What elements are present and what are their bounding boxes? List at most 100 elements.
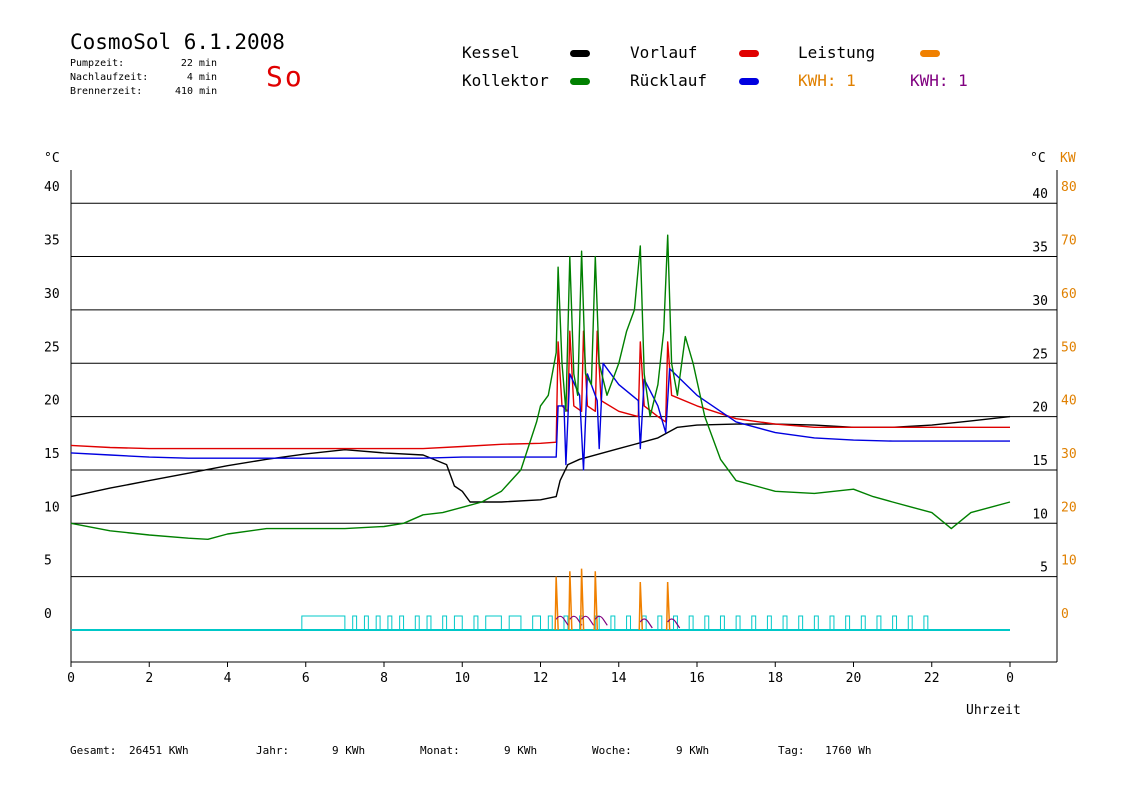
pump-pulse [751,615,757,631]
pump-pulse [532,615,541,631]
pump-pulse [829,615,835,631]
x-tick-label: 14 [611,671,627,686]
footer-value: 9 KWh [676,744,710,757]
x-tick-label: 4 [224,671,232,686]
y-tick-label-right: 10 [1032,507,1048,522]
pump-pulse [426,615,432,631]
pump-pulse [508,615,522,631]
pump-pulse [387,615,393,631]
pump-pulse [798,615,804,631]
pump-pulse [719,615,725,631]
x-tick-label: 10 [454,671,470,686]
y-tick-label-left: 10 [44,500,60,515]
leistung-spike [638,581,644,631]
footer-tag: Tag: 1760 Wh [778,744,871,757]
footer-monat: Monat: 9 KWh [420,744,537,757]
y-tick-label-right: 25 [1032,347,1048,362]
footer-jahr: Jahr: 9 KWh [256,744,365,757]
leistung-spike [593,571,599,631]
pump-pulse [907,615,913,631]
footer-value: 9 KWh [504,744,538,757]
y-axis-right-unit: °C [1030,151,1046,166]
y-tick-label-left: 15 [44,447,60,462]
x-tick-label: 20 [846,671,862,686]
y-tick-label-left: 0 [44,607,52,622]
power-spikes [554,568,681,631]
footer-value: 1760 Wh [825,744,872,757]
pump-pulse [704,615,710,631]
y-tick-label-left: 30 [44,287,60,302]
footer-label: Tag: [778,744,805,757]
x-tick-label: 8 [380,671,388,686]
x-tick-label: 22 [924,671,940,686]
footer-label: Jahr: [256,744,290,757]
x-tick-label: 0 [1006,671,1014,686]
y-axis-right2-unit: KW [1060,151,1076,166]
pump-pulse [657,615,663,631]
footer-gesamt: Gesamt: 26451 KWh [70,744,189,757]
y-tick-label-kw: 10 [1061,554,1077,569]
pump-pulse [845,615,851,631]
y-tick-label-kw: 20 [1061,500,1077,515]
y-tick-label-kw: 30 [1061,447,1077,462]
footer-label: Woche: [592,744,632,757]
y-tick-label-right: 35 [1032,241,1048,256]
pump-activity [71,615,1010,631]
pump-pulse [547,615,553,631]
y-tick-label-right: 20 [1032,401,1048,416]
x-tick-label: 0 [67,671,75,686]
footer-value: 9 KWh [332,744,366,757]
x-tick-label: 12 [533,671,549,686]
y-axis-left-unit: °C [44,151,60,166]
y-tick-label-kw: 50 [1061,340,1077,355]
pump-pulse [375,615,381,631]
footer-woche: Woche: 9 KWh [592,744,709,757]
y-tick-label-right: 5 [1040,561,1048,576]
y-tick-label-left: 35 [44,234,60,249]
y-tick-label-kw: 70 [1061,234,1077,249]
pump-pulse [782,615,788,631]
pump-pulse [610,615,616,631]
y-tick-label-kw: 80 [1061,180,1077,195]
chart-series [70,234,1011,540]
y-tick-label-right: 15 [1032,454,1048,469]
x-axis-label: Uhrzeit [966,703,1021,718]
y-tick-label-left: 40 [44,180,60,195]
pump-pulse [442,615,448,631]
pump-pulse [626,615,631,631]
pump-pulse [813,615,819,631]
series-kessel [70,415,1011,503]
footer-label: Gesamt: [70,744,117,757]
pump-pulse [735,615,741,631]
y-tick-label-left: 20 [44,394,60,409]
footer-label: Monat: [420,744,460,757]
pump-pulse [923,615,929,631]
pump-pulse [766,615,772,631]
footer-value: 26451 KWh [128,744,189,757]
temperature-chart: 0510152025303540510152025303540010203040… [44,151,1077,718]
pump-pulse [453,615,463,631]
leistung-spike [568,571,573,631]
pump-pulse [399,615,405,631]
pump-pulse [301,615,346,631]
pump-pulse [352,615,358,631]
y-tick-label-kw: 60 [1061,287,1077,302]
y-tick-label-right: 30 [1032,294,1048,309]
x-tick-label: 6 [302,671,310,686]
pump-pulse [363,615,369,631]
x-tick-label: 2 [145,671,153,686]
pump-pulse [485,615,502,631]
pump-pulse [414,615,420,631]
x-tick-label: 18 [767,671,783,686]
series-vorlauf [70,330,1010,450]
y-tick-label-left: 25 [44,340,60,355]
y-tick-label-left: 5 [44,554,52,569]
x-tick-label: 16 [689,671,705,686]
leistung-spike [579,568,585,631]
pump-pulse [876,615,882,631]
pump-pulse [860,615,866,631]
series-kollektor [70,234,1011,540]
pump-pulse [688,615,694,631]
leistung-spike [554,576,559,631]
pump-pulse [892,615,898,631]
